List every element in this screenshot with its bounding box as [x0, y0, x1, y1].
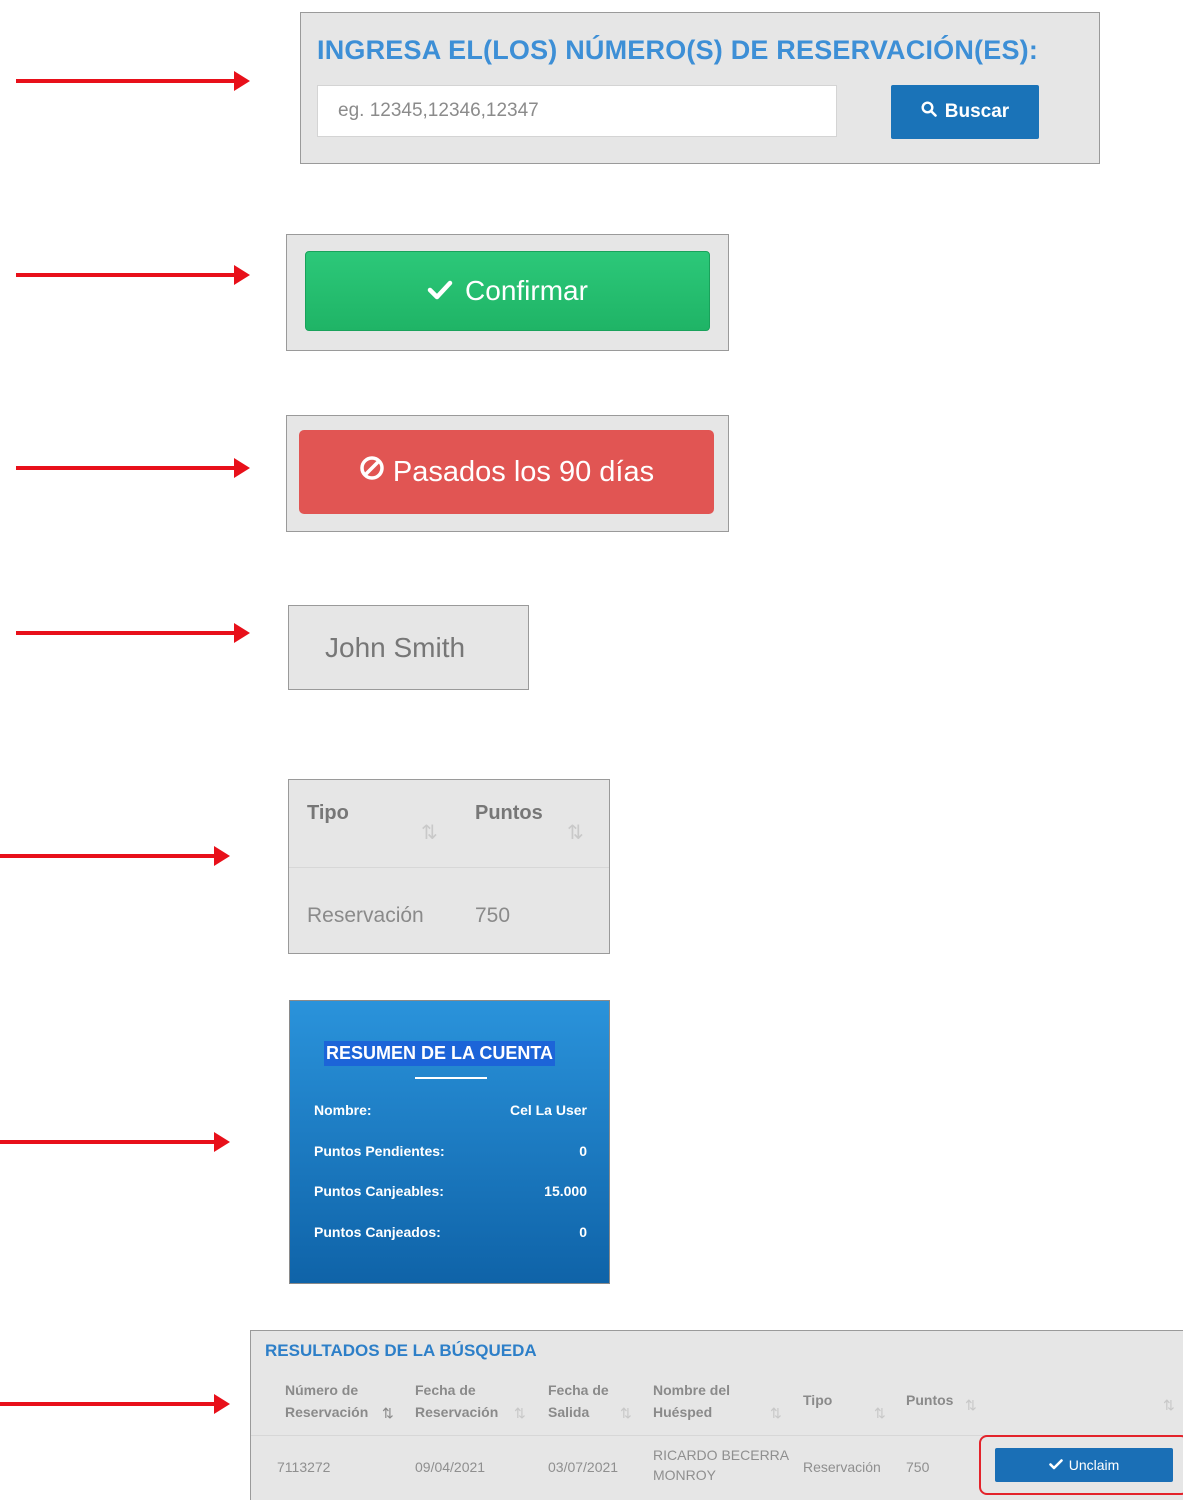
header-checkout-date[interactable]: Fecha de Salida	[548, 1379, 609, 1423]
summary-label: Puntos Canjeables:	[314, 1183, 444, 1199]
summary-label: Puntos Canjeados:	[314, 1224, 441, 1240]
pointer-arrow-2	[16, 265, 250, 285]
summary-value: 15.000	[544, 1183, 587, 1199]
reservation-number-input[interactable]	[317, 85, 837, 137]
header-tipo[interactable]: Tipo	[307, 802, 349, 825]
header-puntos[interactable]: Puntos	[475, 802, 543, 825]
title-underline	[415, 1077, 487, 1079]
pointer-arrow-6	[0, 1132, 230, 1152]
summary-row-redeemable: Puntos Canjeables: 15.000	[314, 1183, 587, 1199]
sort-icon[interactable]: ⇅	[620, 1405, 632, 1422]
expired-button[interactable]: Pasados los 90 días	[299, 430, 714, 514]
points-table-panel: Tipo ⇅ Puntos ⇅ Reservación 750	[288, 779, 610, 954]
cell-reservation-date: 09/04/2021	[415, 1459, 486, 1475]
search-results-panel: RESULTADOS DE LA BÚSQUEDA Número de Rese…	[250, 1330, 1183, 1500]
sort-icon[interactable]: ⇅	[965, 1397, 977, 1414]
header-reservation-date[interactable]: Fecha de Reservación	[415, 1379, 498, 1423]
guest-name-panel: John Smith	[288, 605, 529, 690]
summary-label: Nombre:	[314, 1102, 372, 1118]
summary-value: Cel La User	[509, 1102, 587, 1118]
header-line: Huésped	[653, 1404, 713, 1420]
header-line: Fecha de	[548, 1382, 609, 1398]
header-type[interactable]: Tipo	[803, 1389, 832, 1411]
cell-tipo: Reservación	[307, 904, 424, 927]
header-line: Número de	[285, 1382, 359, 1398]
sort-icon[interactable]: ⇅	[421, 820, 438, 845]
account-summary-title: RESUMEN DE LA CUENTA	[324, 1041, 556, 1066]
header-line: Reservación	[415, 1404, 499, 1420]
header-line: Fecha de	[415, 1382, 476, 1398]
cell-puntos: 750	[475, 904, 511, 927]
pointer-arrow-4	[16, 623, 250, 643]
guest-name-line: RICARDO BECERRA	[653, 1447, 790, 1463]
pointer-arrow-5	[0, 846, 230, 866]
summary-row-name: Nombre: Cel La User	[314, 1102, 587, 1118]
search-title: INGRESA EL(LOS) NÚMERO(S) DE RESERVACIÓN…	[317, 35, 1039, 65]
results-title: RESULTADOS DE LA BÚSQUEDA	[265, 1341, 537, 1360]
summary-value: 0	[579, 1143, 587, 1159]
cell-points: 750	[906, 1459, 930, 1475]
header-line: Salida	[548, 1404, 590, 1420]
pointer-arrow-1	[16, 71, 250, 91]
confirm-button[interactable]: Confirmar	[305, 251, 710, 331]
search-button-label: Buscar	[944, 101, 1010, 122]
header-line: Reservación	[285, 1404, 369, 1420]
guest-name-text: John Smith	[325, 632, 466, 663]
header-line: Nombre del	[653, 1382, 731, 1398]
unclaim-button-label: Unclaim	[1068, 1457, 1120, 1473]
table-divider	[289, 867, 609, 868]
reservation-search-panel: INGRESA EL(LOS) NÚMERO(S) DE RESERVACIÓN…	[300, 12, 1100, 164]
confirm-button-label: Confirmar	[465, 275, 588, 306]
cell-reservation-number: 7113272	[277, 1459, 331, 1475]
summary-row-redeemed: Puntos Canjeados: 0	[314, 1224, 587, 1240]
expired-panel: Pasados los 90 días	[286, 415, 729, 532]
sort-icon[interactable]: ⇅	[567, 820, 584, 845]
search-icon	[921, 101, 937, 123]
pointer-arrow-3	[16, 458, 250, 478]
summary-value: 0	[579, 1224, 587, 1240]
sort-icon[interactable]: ⇅	[1163, 1397, 1175, 1414]
cell-checkout-date: 03/07/2021	[548, 1459, 619, 1475]
account-summary-panel: RESUMEN DE LA CUENTA Nombre: Cel La User…	[289, 1000, 610, 1284]
check-icon	[1048, 1457, 1063, 1473]
cell-type: Reservación	[803, 1459, 881, 1475]
search-button[interactable]: Buscar	[891, 85, 1039, 139]
summary-row-pending: Puntos Pendientes: 0	[314, 1143, 587, 1159]
sort-asc-icon[interactable]: ⇅	[382, 1405, 394, 1422]
pointer-arrow-7	[0, 1394, 230, 1414]
check-icon	[427, 275, 453, 307]
header-points[interactable]: Puntos	[906, 1389, 953, 1411]
unclaim-button[interactable]: Unclaim	[995, 1448, 1173, 1482]
guest-name-line: MONROY	[653, 1467, 716, 1483]
ban-icon	[359, 455, 385, 489]
header-reservation-number[interactable]: Número de Reservación	[285, 1379, 368, 1423]
cell-guest-name: RICARDO BECERRA MONROY	[653, 1445, 789, 1485]
summary-label: Puntos Pendientes:	[314, 1143, 445, 1159]
sort-icon[interactable]: ⇅	[770, 1405, 782, 1422]
sort-icon[interactable]: ⇅	[514, 1405, 526, 1422]
sort-icon[interactable]: ⇅	[874, 1405, 886, 1422]
confirm-panel: Confirmar	[286, 234, 729, 351]
expired-button-label: Pasados los 90 días	[392, 455, 655, 488]
header-guest-name[interactable]: Nombre del Huésped	[653, 1379, 730, 1423]
